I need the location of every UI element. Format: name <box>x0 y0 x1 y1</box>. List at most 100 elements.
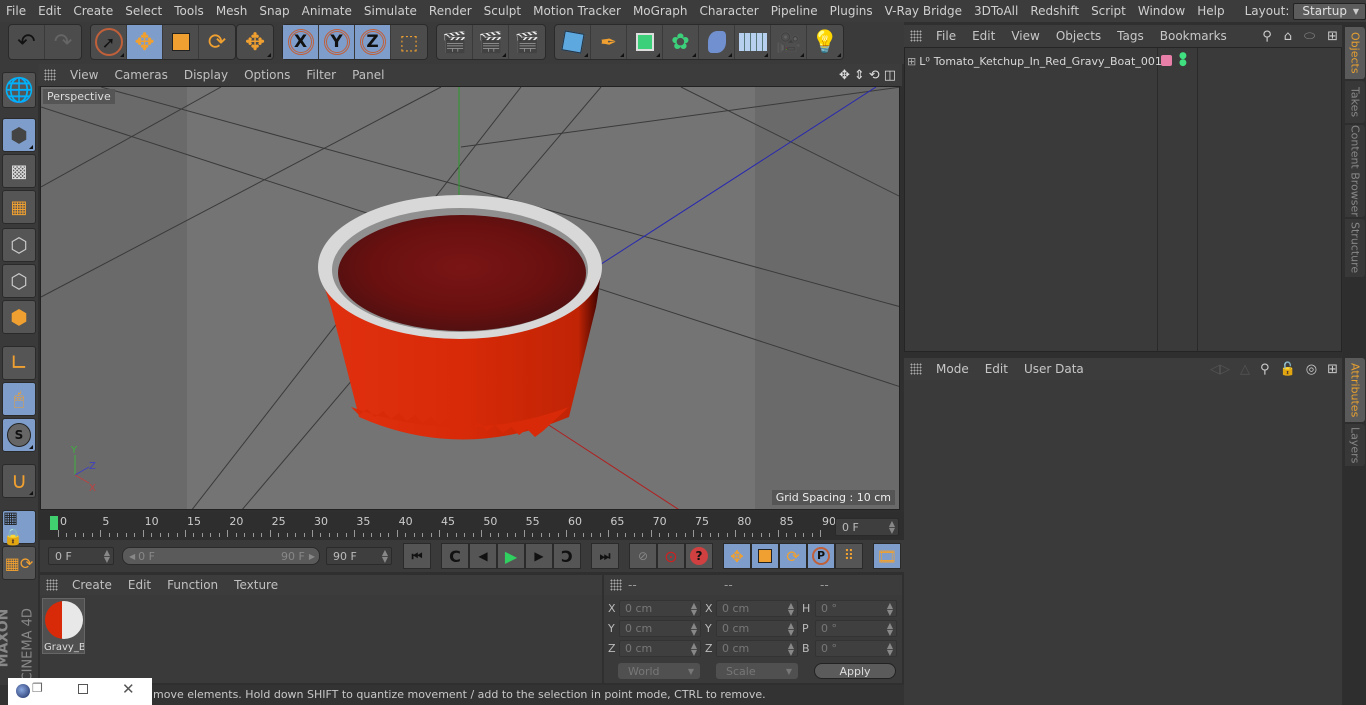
rot-b-field[interactable]: 0 ° ▲ ▼ <box>815 640 897 657</box>
points-mode-button[interactable]: ⬡ <box>2 228 36 262</box>
key-rotation-button[interactable]: ⟳ <box>779 543 807 569</box>
attributes-menu-user-data[interactable]: User Data <box>1016 362 1092 376</box>
search-icon[interactable]: ⚲ <box>1260 362 1270 377</box>
tab-attributes[interactable]: Attributes <box>1345 358 1365 422</box>
menu-file[interactable]: File <box>0 4 32 18</box>
spinner-icon[interactable]: ▲ ▼ <box>691 602 697 617</box>
menu-simulate[interactable]: Simulate <box>358 4 423 18</box>
objects-menu-view[interactable]: View <box>1003 29 1047 43</box>
light-button[interactable]: 💡 <box>807 25 843 59</box>
new-panel-icon[interactable]: ⊞ <box>1327 29 1338 44</box>
key-path-button[interactable]: ⊘ <box>629 543 657 569</box>
new-panel-icon[interactable]: ⊞ <box>1327 362 1338 377</box>
range-left-arrow-icon[interactable]: ◀ <box>129 552 135 561</box>
workplane-mode-button[interactable]: ▦ <box>2 190 36 224</box>
orbit-view-icon[interactable]: ⟲ <box>869 68 880 83</box>
start-frame-field[interactable]: 0 F ▲ ▼ <box>48 547 114 565</box>
menu-script[interactable]: Script <box>1085 4 1132 18</box>
recent-tool-button[interactable]: ✥ <box>237 25 273 59</box>
menu-render[interactable]: Render <box>423 4 478 18</box>
spinner-icon[interactable]: ▲ ▼ <box>691 622 697 637</box>
menu-select[interactable]: Select <box>119 4 168 18</box>
rot-h-field[interactable]: 0 ° ▲ ▼ <box>815 600 897 617</box>
maximize-icon[interactable] <box>78 684 88 694</box>
coordinate-mode-select[interactable]: World ▼ <box>618 663 700 679</box>
spinner-icon[interactable]: ▲ ▼ <box>788 642 794 657</box>
attributes-menu-edit[interactable]: Edit <box>977 362 1016 376</box>
rotate-tool-button[interactable]: ⟳ <box>199 25 235 59</box>
spinner-icon[interactable]: ▲ ▼ <box>104 549 110 564</box>
y-axis-lock-button[interactable]: Y <box>319 25 355 59</box>
visibility-dots-icon[interactable]: ● ● <box>1179 52 1187 68</box>
key-pla-button[interactable]: ⠿ <box>835 543 863 569</box>
menu-3dtoall[interactable]: 3DToAll <box>968 4 1024 18</box>
pos-z-field[interactable]: 0 cm ▲ ▼ <box>619 640 701 657</box>
menu-pipeline[interactable]: Pipeline <box>765 4 824 18</box>
spinner-icon[interactable]: ▲ ▼ <box>382 549 388 564</box>
menu-window[interactable]: Window <box>1132 4 1191 18</box>
redo-button[interactable]: ↷ <box>45 25 81 59</box>
next-frame-button[interactable]: ▶ <box>525 543 553 569</box>
next-keyframe-button[interactable]: Ↄ <box>553 543 581 569</box>
spinner-icon[interactable]: ▲ ▼ <box>887 642 893 657</box>
menu-motion-tracker[interactable]: Motion Tracker <box>527 4 627 18</box>
render-picture-viewer-button[interactable]: 🎬 <box>473 25 509 59</box>
objects-menu-tags[interactable]: Tags <box>1109 29 1152 43</box>
tab-content-browser[interactable]: Content Browser <box>1345 125 1365 217</box>
search-icon[interactable]: ⚲ <box>1262 29 1272 44</box>
menu-mesh[interactable]: Mesh <box>210 4 254 18</box>
menu-vray-bridge[interactable]: V-Ray Bridge <box>879 4 968 18</box>
viewport-menu-panel[interactable]: Panel <box>344 68 392 82</box>
material-menu-edit[interactable]: Edit <box>120 578 159 592</box>
menu-sculpt[interactable]: Sculpt <box>478 4 527 18</box>
object-name[interactable]: Tomato_Ketchup_In_Red_Gravy_Boat_001 <box>934 55 1162 68</box>
viewport-menu-options[interactable]: Options <box>236 68 298 82</box>
size-mode-select[interactable]: Scale ▼ <box>716 663 798 679</box>
pos-y-field[interactable]: 0 cm ▲ ▼ <box>619 620 701 637</box>
lock-icon[interactable]: 🔓 <box>1280 362 1296 377</box>
up-arrow-icon[interactable]: △ <box>1240 362 1250 377</box>
menu-mograph[interactable]: MoGraph <box>627 4 694 18</box>
axis-mode-button[interactable]: ∟ <box>2 346 36 380</box>
spinner-icon[interactable]: ▲ ▼ <box>691 642 697 657</box>
menu-help[interactable]: Help <box>1191 4 1230 18</box>
size-z-field[interactable]: 0 cm ▲ ▼ <box>716 640 798 657</box>
pen-spline-button[interactable]: ✒ <box>591 25 627 59</box>
polygons-mode-button[interactable]: ⬢ <box>2 300 36 334</box>
link-icon[interactable]: ⬭ <box>1304 29 1315 44</box>
cube-button[interactable] <box>555 25 591 59</box>
coordinate-system-button[interactable]: ⬚ <box>391 25 427 59</box>
layout-select[interactable]: Startup ▼ <box>1293 2 1366 20</box>
render-settings-button[interactable]: 🎬 <box>509 25 545 59</box>
size-y-field[interactable]: 0 cm ▲ ▼ <box>716 620 798 637</box>
objects-menu-edit[interactable]: Edit <box>964 29 1003 43</box>
move-tool-button[interactable]: ✥ <box>127 25 163 59</box>
home-icon[interactable]: ⌂ <box>1284 29 1292 44</box>
objects-menu-objects[interactable]: Objects <box>1048 29 1109 43</box>
range-slider[interactable]: ◀ 0 F 90 F ▶ <box>122 547 320 565</box>
go-to-end-button[interactable]: ⏭ <box>591 543 619 569</box>
deformer-button[interactable] <box>699 25 735 59</box>
material-swatch[interactable]: Gravy_B <box>42 598 85 654</box>
tab-objects[interactable]: Objects <box>1345 27 1365 79</box>
live-select-button[interactable]: ➚ <box>91 25 127 59</box>
snap-button[interactable]: S <box>2 418 36 452</box>
record-button[interactable]: ⊙ <box>657 543 685 569</box>
tab-layers[interactable]: Layers <box>1345 424 1365 466</box>
range-right-arrow-icon[interactable]: ▶ <box>309 552 315 561</box>
grip-icon[interactable] <box>910 363 922 375</box>
object-row[interactable]: ⊞ L⁰ Tomato_Ketchup_In_Red_Gravy_Boat_00… <box>907 52 1187 70</box>
objects-menu-bookmarks[interactable]: Bookmarks <box>1152 29 1235 43</box>
floor-button[interactable] <box>735 25 771 59</box>
pan-view-icon[interactable]: ✥ <box>839 68 850 83</box>
edges-mode-button[interactable]: ⬡ <box>2 264 36 298</box>
back-arrow-icon[interactable]: ◁▷ <box>1210 362 1230 377</box>
spinner-icon[interactable]: ▲ ▼ <box>887 602 893 617</box>
rot-p-field[interactable]: 0 ° ▲ ▼ <box>815 620 897 637</box>
render-view-button[interactable]: 🎬 <box>437 25 473 59</box>
go-to-start-button[interactable]: ⏮ <box>403 543 431 569</box>
autokey-button[interactable]: ? <box>685 543 713 569</box>
scene-view-button[interactable]: 🌐 <box>2 72 36 108</box>
undo-button[interactable]: ↶ <box>9 25 45 59</box>
menu-redshift[interactable]: Redshift <box>1024 4 1085 18</box>
